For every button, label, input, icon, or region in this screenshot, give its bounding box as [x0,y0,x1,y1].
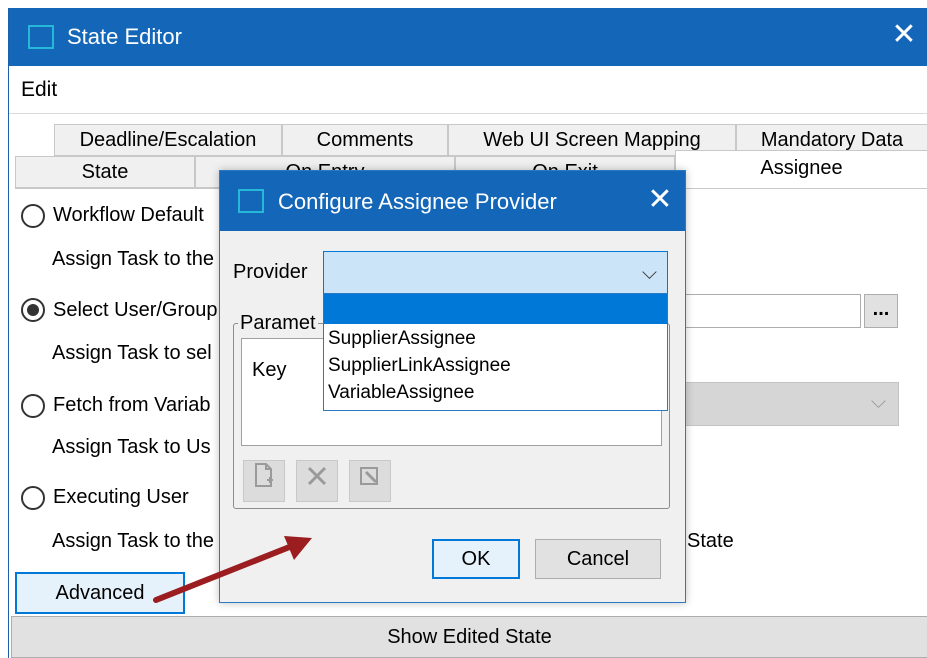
menu-edit[interactable]: Edit [21,78,57,102]
menu-bar: Edit [9,66,927,114]
provider-option-variable-assignee[interactable]: VariableAssignee [324,380,667,406]
ok-button[interactable]: OK [432,539,520,579]
variable-select[interactable]: ⌵ [685,382,899,426]
provider-label: Provider [233,261,308,283]
chevron-down-icon: ⌵ [641,262,657,284]
close-icon[interactable]: ✕ [889,18,919,54]
option-label-workflow-default: Workflow Default [53,204,204,226]
tab-comments[interactable]: Comments [282,124,448,156]
option-label-fetch-from-variable: Fetch from Variab [53,394,211,416]
option-desc-executing-user: Assign Task to the [52,530,214,552]
dialog-title: Configure Assignee Provider [278,189,557,214]
cancel-button[interactable]: Cancel [535,539,661,579]
configure-assignee-provider-dialog: Configure Assignee Provider ✕ Provider ⌵… [219,170,686,603]
option-desc-fetch-from-variable: Assign Task to Us [52,436,211,458]
radio-executing-user[interactable] [21,486,45,510]
delete-parameter-icon[interactable] [296,460,338,502]
title-bar: State Editor ✕ [9,8,927,66]
state-text: State [687,530,734,552]
radio-workflow-default[interactable] [21,204,45,228]
browse-user-group-button[interactable]: ... [864,294,898,328]
edit-parameter-icon[interactable] [349,460,391,502]
option-desc-select-user-group: Assign Task to sel [52,342,212,364]
user-group-field[interactable] [685,294,861,328]
provider-option-supplier-link-assignee[interactable]: SupplierLinkAssignee [324,353,667,379]
chevron-down-icon: ⌵ [870,391,886,413]
provider-option-supplier-assignee[interactable]: SupplierAssignee [324,326,667,352]
tab-assignee[interactable]: Assignee [675,150,927,190]
grid-header-key: Key [252,359,287,381]
advanced-button[interactable]: Advanced [15,572,185,614]
show-edited-state-button[interactable]: Show Edited State [11,616,927,658]
option-desc-workflow-default: Assign Task to the [52,248,214,270]
dialog-close-icon[interactable]: ✕ [645,183,675,219]
dialog-window-icon [238,189,264,213]
provider-option-empty[interactable] [324,294,667,324]
provider-dropdown-list: SupplierAssignee SupplierLinkAssignee Va… [323,293,668,411]
parameters-legend: Paramet [238,312,318,335]
dialog-title-bar: Configure Assignee Provider ✕ [220,171,685,231]
provider-select[interactable]: ⌵ [323,251,668,295]
option-label-select-user-group: Select User/Group [53,299,218,321]
add-parameter-icon[interactable] [243,460,285,502]
window-title: State Editor [67,24,182,49]
tab-deadline-escalation[interactable]: Deadline/Escalation [54,124,282,156]
radio-select-user-group[interactable] [21,298,45,322]
tab-state[interactable]: State [15,156,195,188]
radio-fetch-from-variable[interactable] [21,394,45,418]
app-window-icon [28,25,54,49]
option-label-executing-user: Executing User [53,486,189,508]
